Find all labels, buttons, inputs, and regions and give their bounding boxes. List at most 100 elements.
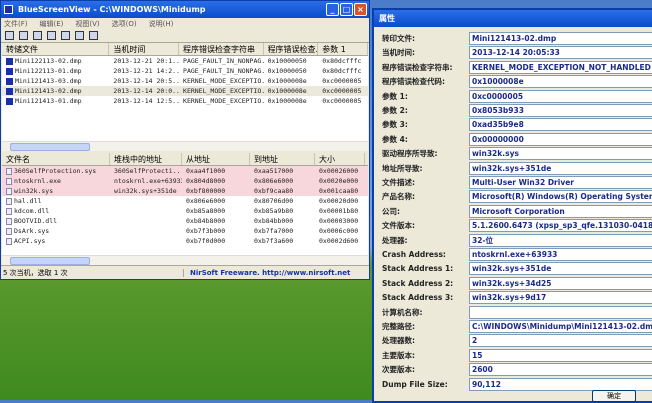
- table-row[interactable]: win32k.sys win32k.sys+351de 0xbf800000 0xbf…: [2, 186, 368, 196]
- status-count: 5 次当机，选取 1 次: [3, 268, 68, 277]
- table-row[interactable]: Mini122113-01.dmp 2013-12-21 14:2... PAGE_…: [2, 66, 368, 76]
- exit-icon[interactable]: [89, 31, 98, 40]
- table-cell: [110, 206, 182, 216]
- table-cell: 0x00001b80: [315, 206, 365, 216]
- properties-icon[interactable]: [5, 31, 14, 40]
- column-header[interactable]: 从地址: [182, 153, 250, 165]
- property-label: 产品名称:: [382, 192, 415, 202]
- property-value[interactable]: win32k.sys+34d25: [469, 276, 652, 290]
- menu-item[interactable]: 选项(O): [112, 19, 137, 29]
- property-value[interactable]: ntoskrnl.exe+63933: [469, 248, 652, 261]
- table-cell: 0x80dcfffc: [318, 66, 368, 76]
- table-cell: 0x1000008e: [264, 76, 319, 86]
- property-value[interactable]: 0x00000000: [469, 132, 652, 146]
- cell-text: PAGE_FAULT_IN_NONPAG...: [183, 57, 264, 65]
- top-horizontal-scrollbar[interactable]: [2, 141, 368, 151]
- column-header[interactable]: 程序错误检查字符串: [179, 43, 264, 55]
- table-row[interactable]: BOOTVID.dll 0xb84b8000 0xb84bb000 0x0000300…: [2, 216, 368, 226]
- close-button[interactable]: ×: [354, 3, 367, 16]
- nirsoft-link[interactable]: NirSoft Freeware. http://www.nirsoft.net: [183, 268, 350, 277]
- property-value[interactable]: Microsoft(R) Windows(R) Operating System: [469, 190, 652, 204]
- refresh-icon[interactable]: [33, 31, 42, 40]
- property-value[interactable]: Microsoft Corporation: [469, 204, 652, 218]
- maximize-button[interactable]: □: [340, 3, 353, 16]
- property-value[interactable]: win32k.sys: [469, 147, 652, 161]
- column-header[interactable]: 当机时间: [109, 43, 180, 55]
- property-value[interactable]: win32k.sys+9d17: [469, 291, 652, 305]
- table-row[interactable]: hal.dll 0x806e6000 0x80706d00 0x00020d00: [2, 196, 368, 206]
- property-value[interactable]: 2600: [469, 363, 652, 377]
- property-value[interactable]: 15: [469, 348, 652, 362]
- property-row: 参数 4: 0x00000000: [382, 132, 652, 146]
- table-cell: 0x00003000: [315, 216, 365, 226]
- table-row[interactable]: Mini121413-01.dmp 2013-12-14 12:5... KERNE…: [2, 96, 368, 106]
- table-cell: 0xbf800000: [182, 186, 250, 196]
- column-header[interactable]: 程序错误检查...: [264, 43, 319, 55]
- find-icon[interactable]: [75, 31, 84, 40]
- title-bar: BlueScreenView - C:\WINDOWS\Minidump _ □ ×: [1, 1, 369, 18]
- property-value[interactable]: Multi-User Win32 Driver: [469, 176, 652, 189]
- menu-bar: 文件(F) 编辑(E) 视图(V) 选项(O) 说明(H): [1, 18, 369, 29]
- column-header[interactable]: 转储文件: [2, 43, 110, 55]
- table-row[interactable]: 360SelfProtection.sys 360SelfProtecti... 0…: [2, 166, 368, 176]
- menu-item[interactable]: 文件(F): [4, 19, 28, 29]
- property-value[interactable]: C:\WINDOWS\Minidump\Mini121413-02.dmp: [469, 320, 652, 333]
- column-header[interactable]: 大小: [315, 153, 365, 165]
- cell-text: 0xaa517000: [254, 167, 294, 175]
- table-cell: 0x00026000: [315, 166, 365, 176]
- column-header[interactable]: 参数 1: [318, 43, 368, 55]
- property-value[interactable]: 90,112: [469, 377, 652, 391]
- ok-button[interactable]: 确定: [592, 390, 636, 402]
- property-value[interactable]: 0xc0000005: [469, 89, 652, 103]
- table-cell: Mini121413-01.dmp: [2, 96, 109, 106]
- cell-text: 0x0020e000: [319, 177, 359, 185]
- cell-text: 0x1000008e: [267, 77, 307, 85]
- table-row[interactable]: DsArk.sys 0xb7f3b000 0xb7fa7000 0x0006c000: [2, 226, 368, 236]
- minimize-button[interactable]: _: [326, 3, 339, 16]
- property-value[interactable]: win32k.sys+351de: [469, 262, 652, 276]
- property-value[interactable]: win32k.sys+351de: [469, 161, 652, 175]
- property-value[interactable]: 0x1000008e: [469, 75, 652, 89]
- status-bar: 5 次当机，选取 1 次 NirSoft Freeware. http://ww…: [1, 265, 369, 279]
- property-value[interactable]: 0xad35b9e8: [469, 118, 652, 132]
- cell-text: 0x0002d600: [319, 237, 359, 245]
- column-header[interactable]: 文件名: [2, 153, 110, 165]
- property-value[interactable]: [469, 305, 652, 319]
- property-value[interactable]: 2: [469, 334, 652, 348]
- menu-item[interactable]: 编辑(E): [40, 19, 64, 29]
- table-row[interactable]: Mini121413-03.dmp 2013-12-14 20:5... KERNE…: [2, 76, 368, 86]
- copy-icon[interactable]: [47, 31, 56, 40]
- cell-text: 0x1000008e: [267, 87, 307, 95]
- cell-text: 360SelfProtecti...: [114, 167, 182, 175]
- table-row[interactable]: Mini121413-02.dmp 2013-12-14 20:0... KERNE…: [2, 86, 368, 96]
- property-label: 完整路径:: [382, 322, 415, 331]
- table-row[interactable]: ACPI.sys 0xb7f0d000 0xb7f3a600 0x0002d600: [2, 236, 368, 246]
- property-row: 参数 1: 0xc0000005: [382, 89, 652, 103]
- menu-item[interactable]: 说明(H): [149, 19, 174, 29]
- property-value[interactable]: Mini121413-02.dmp: [469, 32, 652, 45]
- menu-item[interactable]: 视图(V): [75, 19, 99, 29]
- cell-text: DsArk.sys: [14, 227, 50, 235]
- table-row[interactable]: Mini122113-02.dmp 2013-12-21 20:1... PAGE_…: [2, 56, 368, 66]
- dump-list[interactable]: 转储文件 当机时间 程序错误检查字符串 程序错误检查... 参数 1 Mini12211…: [2, 43, 368, 141]
- column-header[interactable]: 到地址: [250, 153, 315, 165]
- table-cell: kdcom.dll: [2, 206, 110, 216]
- property-value[interactable]: 2013-12-14 20:05:33: [469, 46, 652, 60]
- cell-text: KERNEL_MODE_EXCEPTIO...: [183, 97, 264, 105]
- bottom-horizontal-scrollbar[interactable]: [2, 255, 368, 265]
- column-header[interactable]: 堆栈中的地址: [110, 153, 182, 165]
- property-row: 参数 2: 0x8053b933: [382, 104, 652, 117]
- property-value[interactable]: 5.1.2600.6473 (xpsp_sp3_qfe.131030-0418): [469, 219, 652, 233]
- cell-text: 2013-12-14 12:5...: [113, 97, 180, 105]
- table-row[interactable]: ntoskrnl.exe ntoskrnl.exe+63933 0x804d8000…: [2, 176, 368, 186]
- property-row: Crash Address: ntoskrnl.exe+63933: [382, 248, 652, 261]
- driver-list[interactable]: 文件名 堆栈中的地址 从地址 到地址 大小 360SelfProtection.sys 3…: [2, 153, 368, 255]
- table-cell: 0xb7f0d000: [182, 236, 250, 246]
- table-cell: [110, 236, 182, 246]
- property-value[interactable]: 32-位: [469, 233, 652, 247]
- property-value[interactable]: KERNEL_MODE_EXCEPTION_NOT_HANDLED: [469, 60, 652, 74]
- save-icon[interactable]: [19, 31, 28, 40]
- table-row[interactable]: kdcom.dll 0xb85a8000 0xb85a9b80 0x00001b80: [2, 206, 368, 216]
- property-value[interactable]: 0x8053b933: [469, 104, 652, 117]
- report-icon[interactable]: [61, 31, 70, 40]
